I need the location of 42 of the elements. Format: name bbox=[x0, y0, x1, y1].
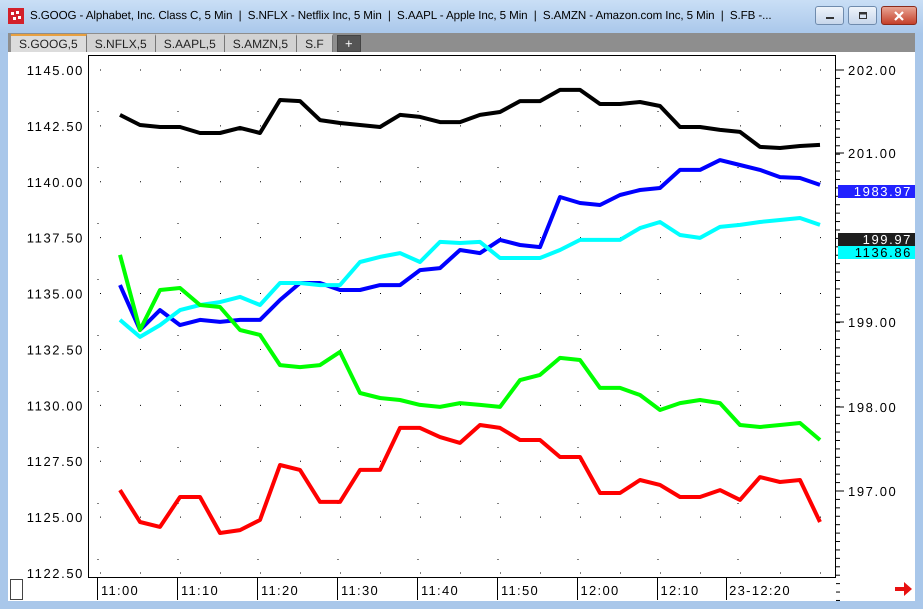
axis-label: 1122.50 bbox=[26, 566, 84, 581]
chart-tab[interactable]: S.NFLX,5 bbox=[86, 34, 156, 52]
chart-tab[interactable]: S.AAPL,5 bbox=[156, 34, 225, 52]
axis-label: 11:10 bbox=[180, 583, 220, 598]
close-button[interactable] bbox=[881, 6, 917, 25]
axis-label: 11:00 bbox=[100, 583, 140, 598]
price-tag: 199.97 bbox=[838, 232, 915, 247]
chart-tab[interactable]: S.GOOG,5 bbox=[11, 34, 87, 52]
axis-label: 11:40 bbox=[420, 583, 460, 598]
axis-label: 1137.50 bbox=[26, 230, 84, 246]
axis-label: 1132.50 bbox=[26, 342, 84, 358]
arrow-right-icon[interactable] bbox=[895, 582, 912, 596]
axis-label: 11:20 bbox=[260, 583, 300, 598]
axis-label: 12:10 bbox=[660, 583, 700, 598]
maximize-icon bbox=[858, 12, 868, 20]
axis-label: 202.00 bbox=[848, 63, 898, 78]
axis-label: 1130.00 bbox=[26, 398, 84, 414]
price-tag: 1983.97 bbox=[838, 184, 915, 199]
axis-label: 198.00 bbox=[848, 400, 898, 415]
minimize-button[interactable] bbox=[815, 6, 844, 25]
axis-label: 11:30 bbox=[340, 583, 380, 598]
axis-label: 11:50 bbox=[500, 583, 540, 598]
axis-label: 199.00 bbox=[848, 315, 898, 330]
axis-label: 1140.00 bbox=[26, 174, 84, 190]
close-icon bbox=[893, 10, 905, 20]
price-tag: 1136.86 bbox=[838, 245, 915, 260]
add-tab-button[interactable]: + bbox=[336, 35, 361, 52]
axis-label: 1125.00 bbox=[26, 510, 84, 526]
axis-label: 12:00 bbox=[580, 583, 620, 598]
chart-tab[interactable]: S.AMZN,5 bbox=[224, 34, 298, 52]
axis-label: 1145.00 bbox=[26, 63, 84, 78]
app-icon bbox=[8, 8, 24, 24]
axis-label: 1127.50 bbox=[26, 454, 84, 470]
chart-tab[interactable]: S.F bbox=[297, 34, 333, 52]
axis-label: 1135.00 bbox=[26, 286, 84, 302]
axis-label: 1142.50 bbox=[26, 118, 84, 134]
window-title: S.GOOG - Alphabet, Inc. Class C, 5 Min | S.NFLX - Netflix Inc, 5 Min | S.AAPL - Apple Inc, 5 Min | S.AMZN - Amazon.com Inc, 5 Min | S.FB -... bbox=[30, 9, 773, 22]
scroll-handle[interactable] bbox=[10, 579, 23, 600]
axis-label: 197.00 bbox=[848, 484, 898, 499]
axis-label: 201.00 bbox=[848, 146, 898, 161]
maximize-button[interactable] bbox=[848, 6, 877, 25]
axis-label: 23-12:20 bbox=[729, 583, 791, 598]
